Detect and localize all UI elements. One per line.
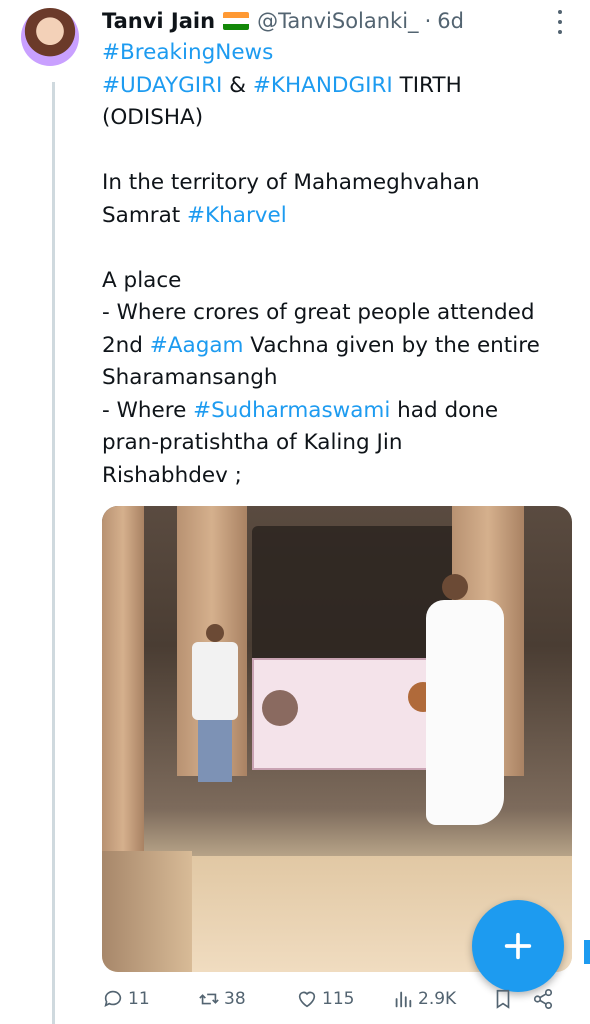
- scroll-indicator: [584, 940, 590, 964]
- hashtag-khandgiri[interactable]: #KHANDGIRI: [253, 73, 393, 98]
- avatar[interactable]: [21, 8, 79, 66]
- plus-icon: [504, 932, 532, 960]
- share-button[interactable]: [532, 988, 554, 1010]
- bookmark-icon: [496, 989, 510, 1009]
- bookmark-button[interactable]: [492, 988, 514, 1010]
- author-handle[interactable]: @TanviSolanki_: [257, 9, 418, 33]
- india-flag-icon: [223, 12, 250, 30]
- text-line-pran: pran-pratishtha of Kaling Jin: [102, 430, 403, 455]
- text-line-territory: In the territory of Mahameghvahan: [102, 170, 480, 195]
- reply-button[interactable]: 11: [102, 988, 150, 1010]
- tweet-header: Tanvi Jain @TanviSolanki_ · 6d: [102, 6, 550, 36]
- views-count: 2.9K: [418, 989, 457, 1009]
- like-button[interactable]: 115: [296, 988, 354, 1010]
- reply-count: 11: [128, 989, 150, 1009]
- text-tirth: TIRTH: [392, 72, 462, 98]
- text-line-crores: - Where crores of great people attended: [102, 300, 535, 325]
- text-had-done: had done: [390, 397, 499, 423]
- hashtag-aagam[interactable]: #Aagam: [150, 333, 244, 358]
- separator-dot: ·: [424, 9, 432, 33]
- text-line-odisha: (ODISHA): [102, 105, 204, 130]
- text-vachna: Vachna given by the entire: [243, 332, 540, 358]
- hashtag-kharvel[interactable]: #Kharvel: [187, 203, 287, 228]
- text-samrat: Samrat: [102, 202, 188, 228]
- reply-icon: [104, 990, 122, 1007]
- text-line-sharamansangh: Sharamansangh: [102, 365, 278, 390]
- text-amp: &: [222, 72, 253, 98]
- pillar-left: [102, 506, 144, 896]
- text-2nd: 2nd: [102, 332, 150, 358]
- more-icon[interactable]: [548, 10, 572, 34]
- retweet-count: 38: [224, 989, 246, 1009]
- tweet-time[interactable]: 6d: [437, 9, 464, 33]
- views-button[interactable]: 2.9K: [392, 988, 456, 1010]
- person-left: [190, 624, 240, 782]
- hashtag-sudharmaswami[interactable]: #Sudharmaswami: [193, 398, 390, 423]
- person-right: [414, 574, 514, 829]
- text-line-rishabhdev: Rishabhdev ;: [102, 462, 242, 488]
- hashtag-breakingnews[interactable]: #BreakingNews: [102, 40, 273, 65]
- retweet-icon: [199, 993, 219, 1005]
- hashtag-udaygiri[interactable]: #UDAYGIRI: [102, 73, 222, 98]
- retweet-button[interactable]: 38: [198, 988, 246, 1010]
- like-icon: [298, 991, 316, 1008]
- tweet-actions: 11 38 115 2.9K: [102, 988, 562, 1018]
- like-count: 115: [322, 989, 355, 1009]
- compose-button[interactable]: [472, 900, 564, 992]
- author-name[interactable]: Tanvi Jain: [102, 9, 215, 33]
- thread-line: [52, 82, 55, 1024]
- text-line-place: A place: [102, 267, 182, 293]
- share-icon: [533, 989, 553, 1009]
- text-where: - Where: [102, 397, 194, 423]
- stone-block: [102, 851, 192, 972]
- tweet-text: #BreakingNews #UDAYGIRI & #KHANDGIRI TIR…: [102, 37, 572, 492]
- views-icon: [395, 991, 412, 1008]
- banner-emblem-left: [262, 690, 298, 726]
